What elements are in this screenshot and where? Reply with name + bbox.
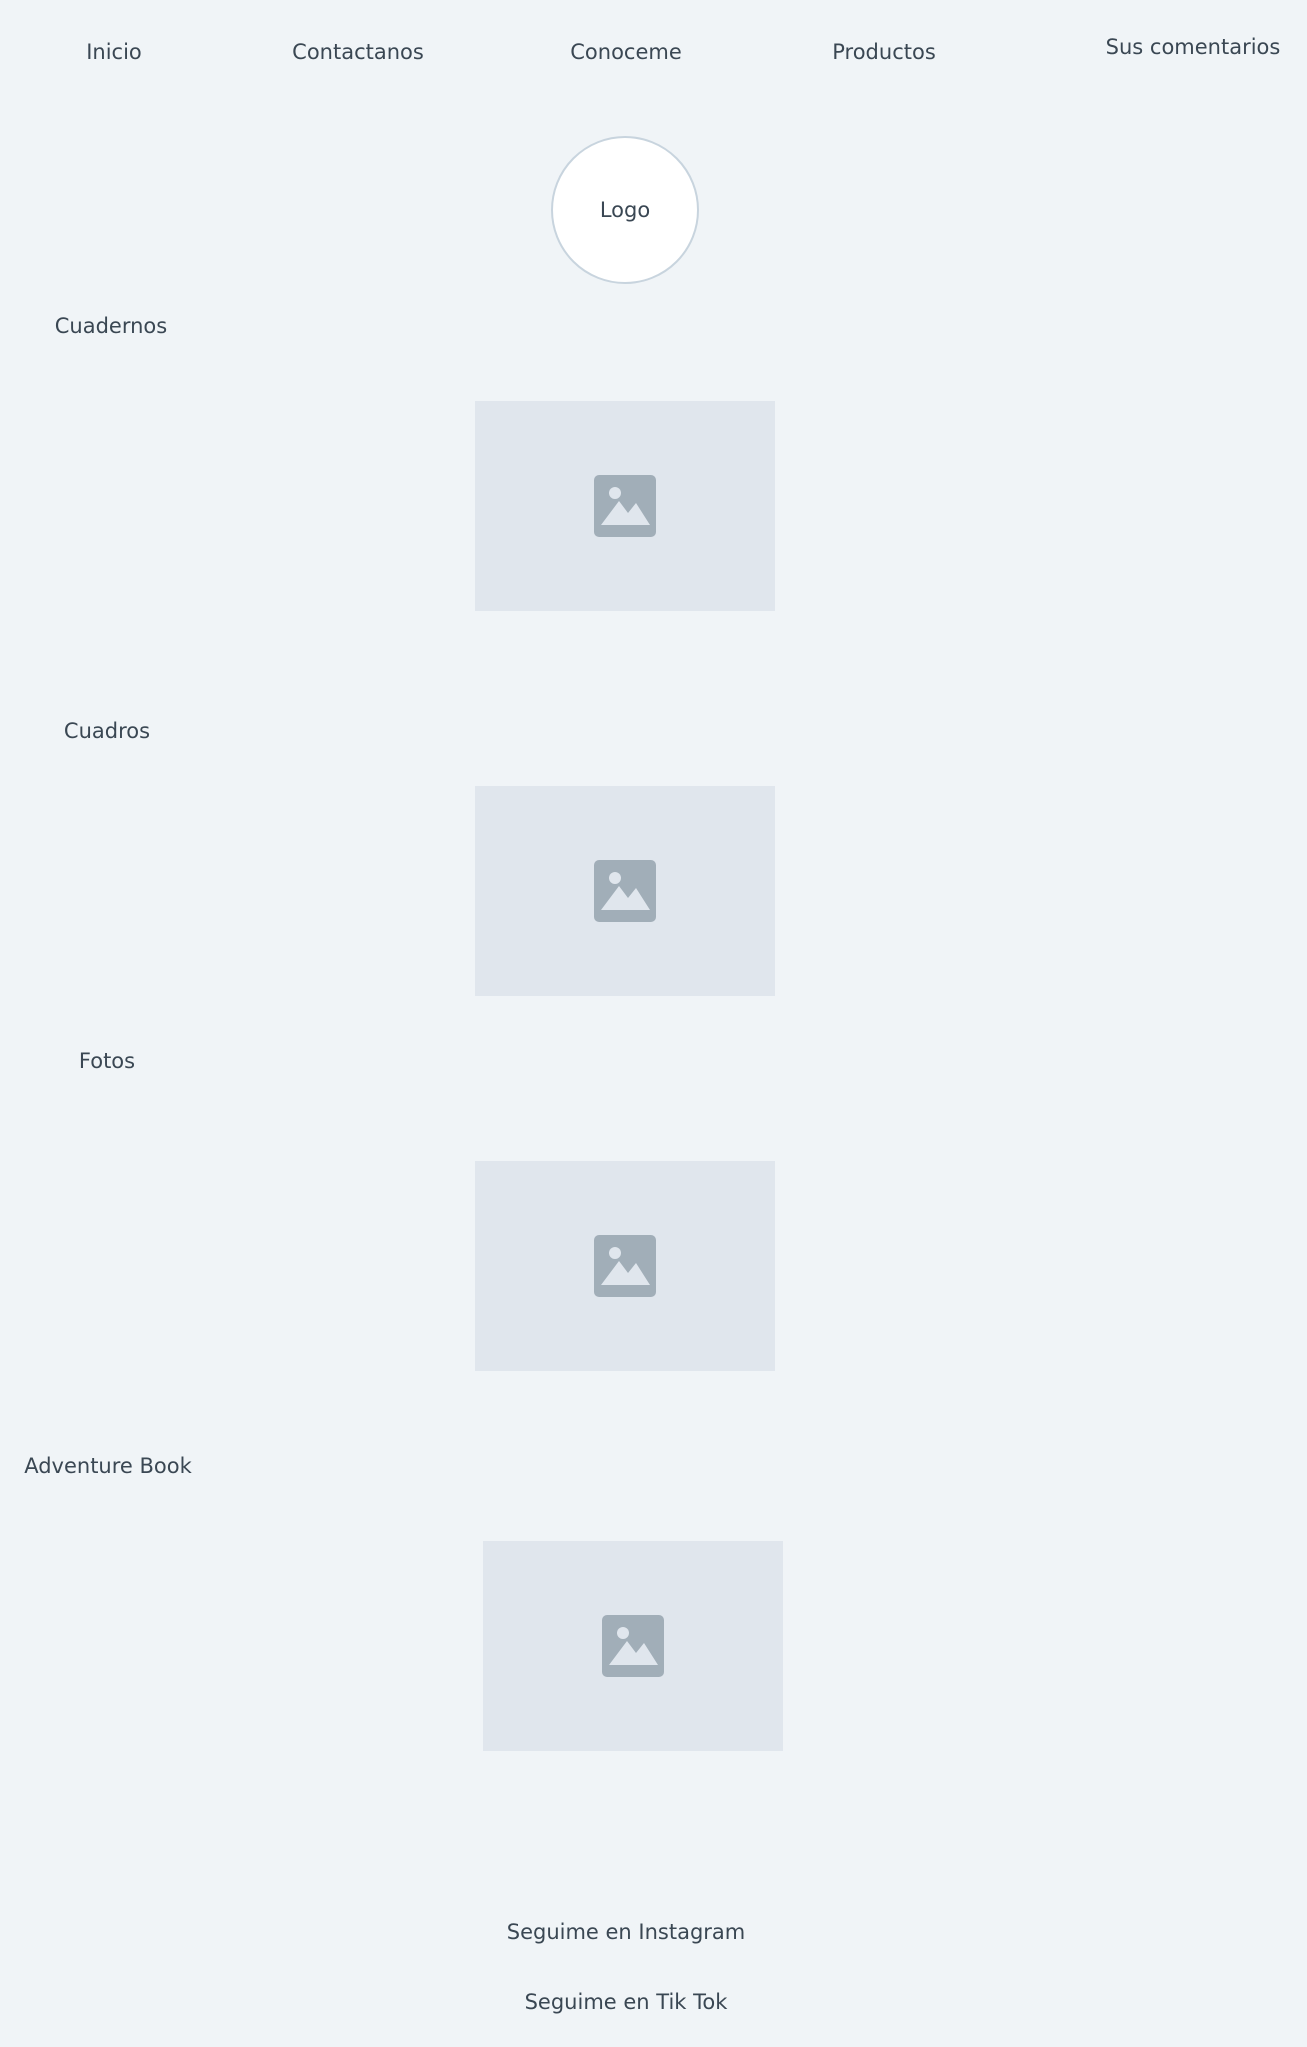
nav-comentarios-link[interactable]: Sus comentarios xyxy=(1106,35,1281,59)
nav-productos-link[interactable]: Productos xyxy=(832,40,936,64)
section-title-fotos: Fotos xyxy=(78,1049,136,1073)
cuadernos-image xyxy=(475,401,775,611)
nav-conoceme-link[interactable]: Conoceme xyxy=(570,40,682,64)
logo[interactable]: Logo xyxy=(551,136,699,284)
nav-inicio-link[interactable]: Inicio xyxy=(86,40,142,64)
image-placeholder-icon xyxy=(594,860,656,922)
section-title-cuadernos: Cuadernos xyxy=(54,314,168,338)
image-placeholder-icon xyxy=(594,1235,656,1297)
section-title-cuadros: Cuadros xyxy=(63,719,151,743)
section-title-adventure-book: Adventure Book xyxy=(24,1454,192,1478)
image-placeholder-icon xyxy=(602,1615,664,1677)
fotos-image xyxy=(475,1161,775,1371)
cuadros-image xyxy=(475,786,775,996)
image-placeholder-icon xyxy=(594,475,656,537)
logo-label: Logo xyxy=(599,198,651,222)
tiktok-link[interactable]: Seguime en Tik Tok xyxy=(525,1990,728,2014)
adventure-book-image xyxy=(483,1541,783,1751)
nav-contactanos-link[interactable]: Contactanos xyxy=(292,40,424,64)
instagram-link[interactable]: Seguime en Instagram xyxy=(507,1920,746,1944)
